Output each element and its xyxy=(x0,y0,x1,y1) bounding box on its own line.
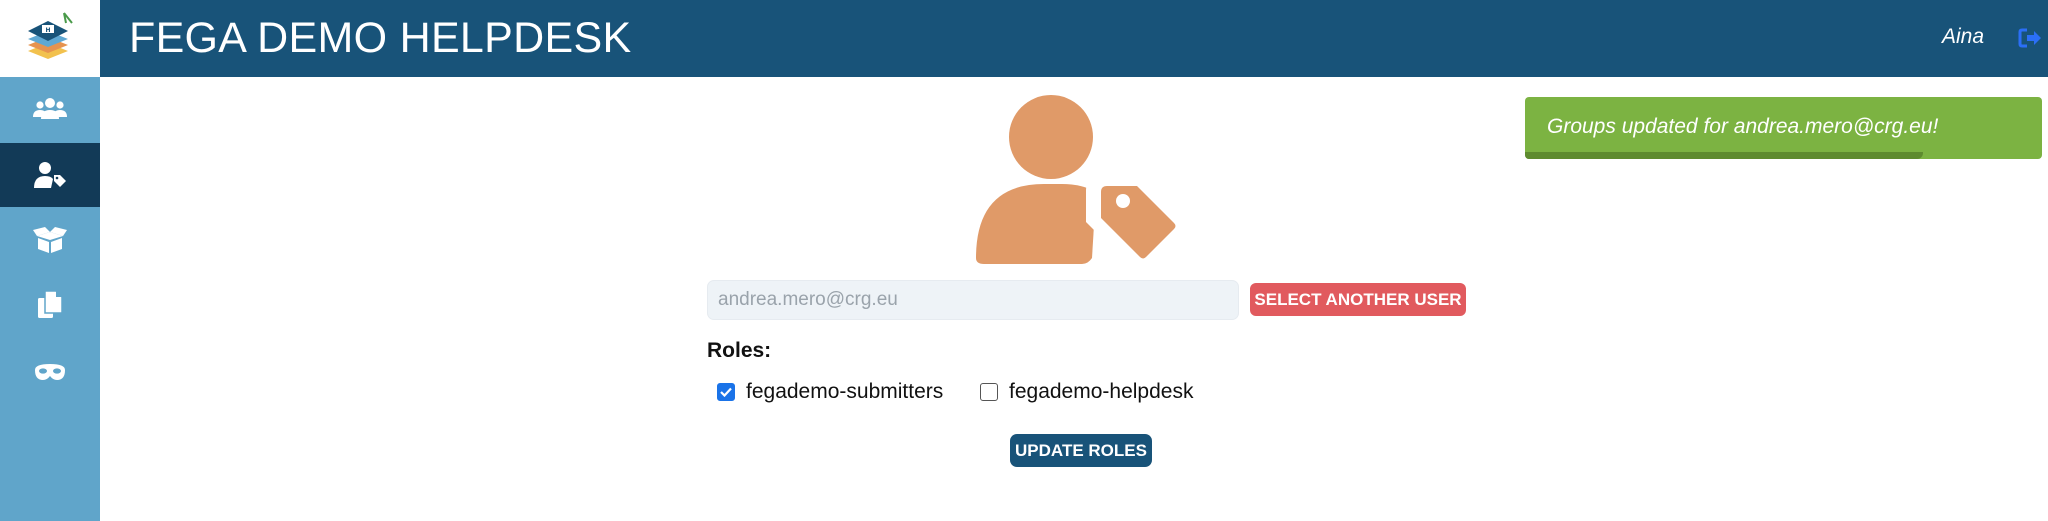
role-checkbox-helpdesk[interactable] xyxy=(980,383,998,401)
sidebar-item-impersonate[interactable] xyxy=(0,340,100,404)
user-tag-illustration xyxy=(976,94,1186,269)
logout-button[interactable] xyxy=(2018,27,2042,54)
app-logo[interactable]: H xyxy=(0,0,100,77)
copy-documents-icon xyxy=(38,290,63,318)
role-option-submitters[interactable]: fegademo-submitters xyxy=(717,380,943,404)
app-title: FEGA DEMO HELPDESK xyxy=(129,14,632,62)
user-email-field[interactable] xyxy=(707,280,1239,320)
toast-progress-bar xyxy=(1525,152,1924,159)
sidebar-item-users[interactable] xyxy=(0,77,100,141)
sidebar-item-packages[interactable] xyxy=(0,208,100,272)
toast-message: Groups updated for andrea.mero@crg.eu! xyxy=(1547,115,1939,138)
success-toast[interactable]: Groups updated for andrea.mero@crg.eu! xyxy=(1525,97,2042,159)
users-icon xyxy=(33,98,67,119)
select-another-user-button[interactable]: SELECT ANOTHER USER xyxy=(1250,283,1466,316)
open-box-icon xyxy=(33,227,67,253)
role-checkbox-submitters[interactable] xyxy=(717,383,735,401)
sidebar-item-user-roles[interactable] xyxy=(0,143,100,207)
role-label-submitters: fegademo-submitters xyxy=(746,380,944,403)
user-tag-icon xyxy=(34,162,66,188)
checkmark-icon xyxy=(720,387,732,397)
svg-text:H: H xyxy=(45,27,50,34)
mask-icon xyxy=(35,364,65,380)
user-tag-icon xyxy=(976,95,1176,268)
current-user-name: Aina xyxy=(1941,25,1984,48)
update-roles-button[interactable]: UPDATE ROLES xyxy=(1010,434,1152,467)
sidebar-item-documents[interactable] xyxy=(0,273,100,337)
roles-heading: Roles: xyxy=(707,339,772,362)
role-label-helpdesk: fegademo-helpdesk xyxy=(1009,380,1194,403)
sidebar: H xyxy=(0,0,100,521)
logout-icon xyxy=(2018,28,2041,48)
stacked-layers-logo-icon: H xyxy=(28,11,73,59)
role-option-helpdesk[interactable]: fegademo-helpdesk xyxy=(980,380,1193,404)
